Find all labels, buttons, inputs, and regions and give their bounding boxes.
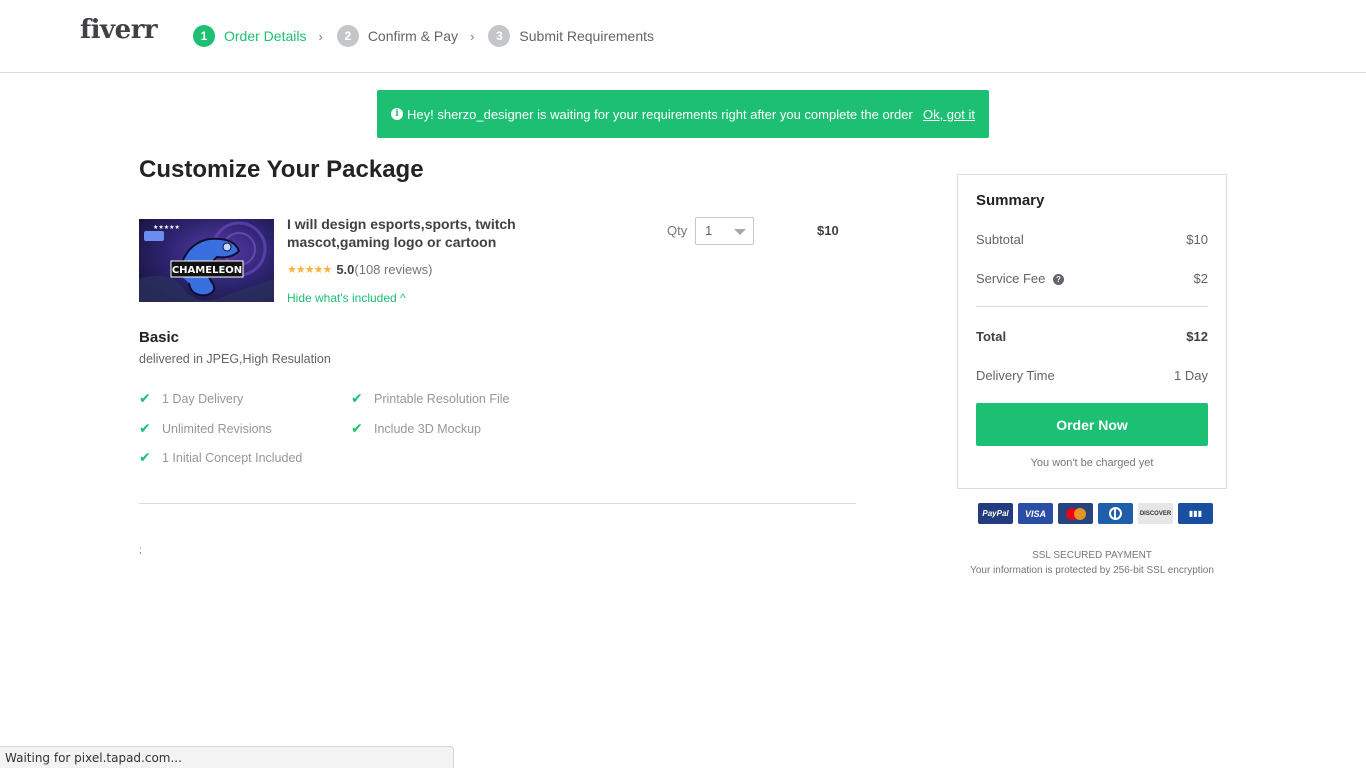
step-label: Confirm & Pay	[367, 28, 459, 44]
charge-note: You won't be charged yet	[1030, 457, 1154, 469]
caret-down-icon	[734, 229, 746, 235]
gig-rating: ★★★★★ 5.0 (108 reviews)	[287, 262, 432, 277]
section-divider	[139, 503, 856, 504]
service-fee-row: Service Fee ? $2	[976, 271, 1208, 286]
svg-text:★★★★★: ★★★★★	[153, 224, 180, 231]
feature-item: ✔ Unlimited Revisions	[139, 420, 272, 437]
total-value: $12	[1186, 329, 1208, 344]
qty-label: Qty	[667, 223, 688, 238]
checkmark-icon: ✔	[139, 449, 151, 465]
page-title: Customize Your Package	[139, 156, 424, 183]
total-label: Total	[976, 329, 1007, 344]
checkmark-icon: ✔	[351, 390, 363, 406]
hide-included-toggle[interactable]: Hide what's included ^	[287, 291, 406, 305]
discover-icon: DISCOVER	[1138, 503, 1173, 524]
subtotal-row: Subtotal $10	[976, 232, 1208, 247]
subtotal-label: Subtotal	[976, 232, 1024, 247]
mastercard-icon	[1058, 503, 1093, 524]
feature-item: ✔ 1 Day Delivery	[139, 390, 243, 407]
quantity-select[interactable]: 1	[695, 217, 754, 245]
help-icon[interactable]: ?	[1053, 274, 1064, 286]
step-submit-requirements: 3 Submit Requirements	[488, 25, 654, 47]
total-row: Total $12	[976, 329, 1208, 344]
feature-label: 1 Day Delivery	[162, 391, 244, 406]
banner-message: Hey! sherzo_designer is waiting for your…	[407, 106, 913, 122]
summary-title: Summary	[976, 192, 1045, 209]
feature-item: ✔ Include 3D Mockup	[351, 420, 481, 437]
step-number: 1	[193, 25, 215, 47]
delivery-time-value: 1 Day	[1174, 368, 1208, 383]
service-fee-label: Service Fee	[976, 271, 1046, 286]
service-fee-value: $2	[1193, 271, 1208, 286]
step-number: 3	[488, 25, 511, 47]
delivery-time-row: Delivery Time 1 Day	[976, 368, 1208, 383]
package-name: Basic	[139, 329, 180, 346]
info-icon: i	[391, 108, 403, 120]
gig-thumbnail[interactable]: CHAMELEON ★★★★★	[139, 219, 274, 302]
checkmark-icon: ✔	[351, 420, 363, 436]
browser-status-bar: Waiting for pixel.tapad.com...	[0, 746, 454, 768]
feature-label: 1 Initial Concept Included	[162, 450, 303, 465]
checkout-steps: 1 Order Details › 2 Confirm & Pay › 3 Su…	[193, 25, 654, 47]
line-item-price: $10	[817, 223, 839, 238]
chevron-right-icon: ›	[470, 28, 475, 44]
step-label: Order Details	[224, 28, 307, 44]
rating-value: 5.0	[336, 262, 355, 277]
diners-club-icon	[1098, 503, 1133, 524]
payment-methods: PayPal VISA DISCOVER ▮▮▮	[978, 503, 1213, 524]
ssl-title: SSL SECURED PAYMENT	[1032, 550, 1152, 561]
step-confirm-pay: 2 Confirm & Pay	[336, 25, 459, 47]
step-order-details: 1 Order Details	[193, 25, 306, 47]
step-label: Submit Requirements	[519, 28, 655, 44]
chameleon-logo-image: CHAMELEON ★★★★★	[139, 219, 274, 302]
package-description: delivered in JPEG,High Resulation	[139, 352, 331, 366]
gig-title[interactable]: I will design esports,sports, twitch mas…	[287, 215, 537, 251]
checkmark-icon: ✔	[139, 390, 151, 406]
subtotal-value: $10	[1186, 232, 1208, 247]
star-rating-icon: ★★★★★	[287, 264, 332, 276]
feature-label: Unlimited Revisions	[162, 421, 272, 436]
quantity-value: 1	[705, 223, 713, 238]
order-summary: Summary Subtotal $10 Service Fee ? $2 To…	[957, 174, 1227, 489]
delivery-time-label: Delivery Time	[976, 368, 1055, 383]
thumbnail-text: CHAMELEON	[172, 265, 242, 276]
fiverr-logo[interactable]: fiverr	[80, 15, 158, 45]
jcb-icon: ▮▮▮	[1178, 503, 1213, 524]
summary-divider	[976, 306, 1208, 307]
chevron-right-icon: ›	[318, 28, 323, 44]
order-now-button[interactable]: Order Now	[976, 403, 1208, 446]
feature-item: ✔ 1 Initial Concept Included	[139, 449, 302, 466]
visa-icon: VISA	[1018, 503, 1053, 524]
step-number: 2	[336, 25, 359, 47]
stray-text: ;	[139, 545, 142, 556]
dismiss-banner-link[interactable]: Ok, got it	[923, 107, 975, 122]
checkmark-icon: ✔	[139, 420, 151, 436]
paypal-icon: PayPal	[978, 503, 1013, 524]
review-count: (108 reviews)	[354, 262, 433, 277]
header: fiverr 1 Order Details › 2 Confirm & Pay…	[0, 0, 1366, 73]
requirements-banner: i Hey! sherzo_designer is waiting for yo…	[377, 90, 989, 138]
ssl-description: Your information is protected by 256-bit…	[970, 565, 1214, 576]
feature-label: Include 3D Mockup	[374, 421, 482, 436]
feature-item: ✔ Printable Resolution File	[351, 390, 510, 407]
feature-label: Printable Resolution File	[374, 391, 510, 406]
